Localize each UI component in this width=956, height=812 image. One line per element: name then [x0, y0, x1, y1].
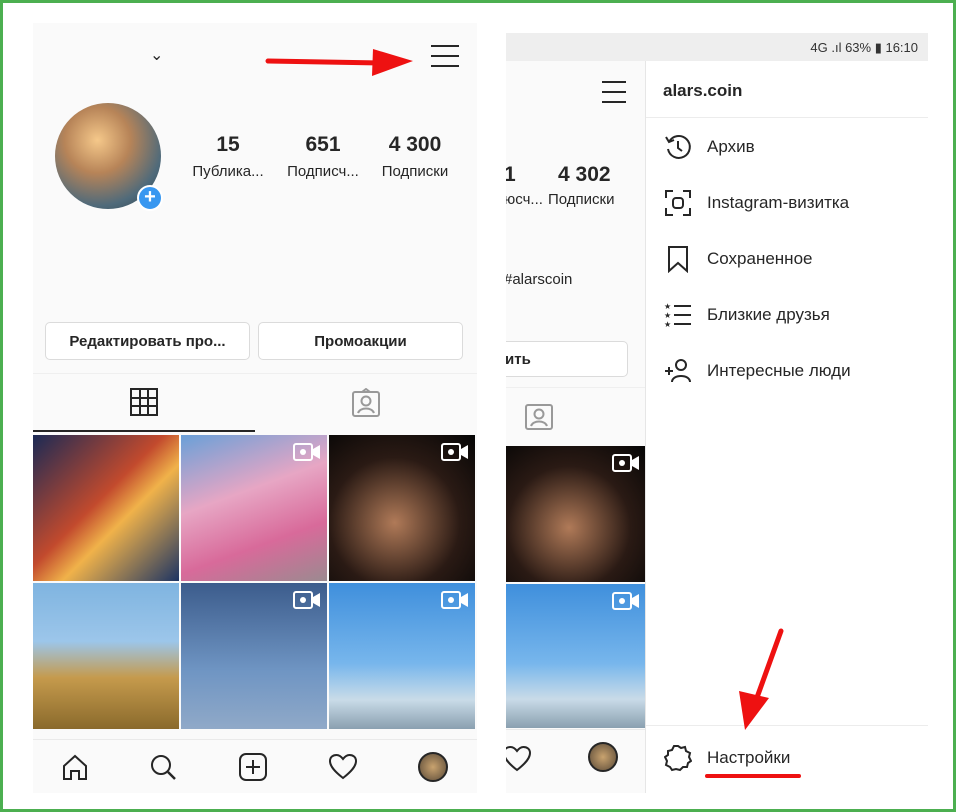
arrow-to-menu [265, 49, 413, 76]
arrow-to-settings [739, 628, 784, 730]
screenshot-frame: ⌄ + 15 Публика... 651 Подписч... 4 300 П… [0, 0, 956, 812]
annotation-arrows [265, 49, 784, 730]
